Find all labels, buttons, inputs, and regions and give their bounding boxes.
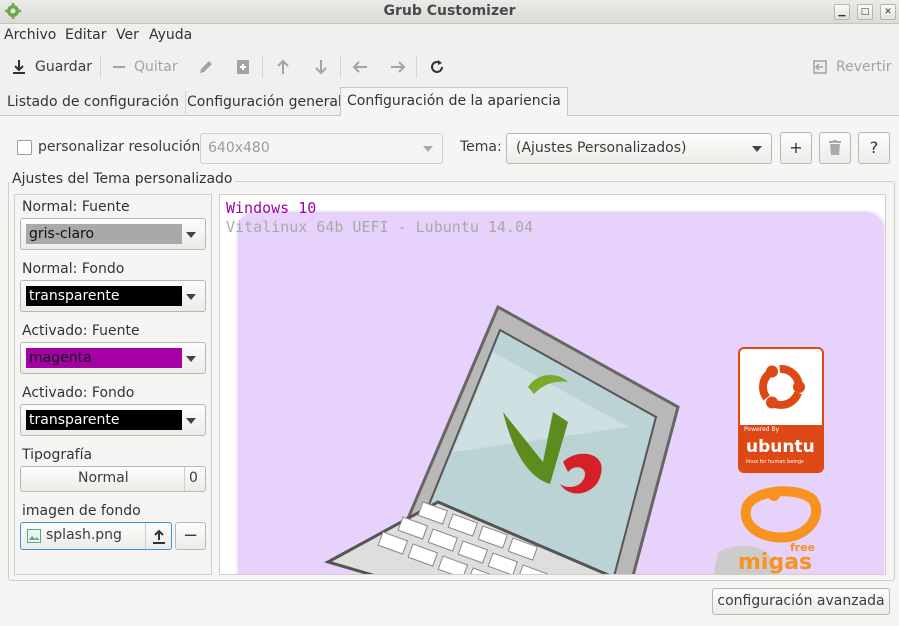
- revert-label: Revertir: [836, 59, 892, 75]
- active-font-swatch: magenta: [26, 348, 182, 368]
- resolution-value: 640x480: [208, 140, 270, 156]
- arrow-right-icon: [391, 61, 406, 73]
- font-name: Normal: [78, 470, 129, 486]
- save-button[interactable]: Guardar: [11, 57, 92, 77]
- tab-bar: Listado de configuración Configuración g…: [0, 86, 899, 117]
- reload-button[interactable]: [429, 57, 445, 77]
- active-bg-swatch: transparente: [26, 410, 182, 430]
- toolbar-separator: [100, 56, 101, 78]
- minus-icon: [113, 66, 125, 68]
- move-down-button[interactable]: [314, 57, 328, 77]
- menu-ver[interactable]: Ver: [116, 27, 139, 43]
- chevron-down-icon: [423, 146, 433, 152]
- normal-bg-swatch: transparente: [26, 286, 182, 306]
- resolution-checkbox[interactable]: [17, 140, 32, 155]
- arrow-left-icon: [352, 61, 367, 73]
- remove-bg-image-button[interactable]: −: [175, 522, 206, 550]
- chevron-down-icon: [186, 294, 196, 300]
- custom-theme-title: Ajustes del Tema personalizado: [10, 171, 235, 187]
- move-left-button[interactable]: [352, 57, 368, 77]
- remove-button[interactable]: Quitar: [112, 57, 178, 77]
- arrow-up-icon: [277, 59, 289, 74]
- revert-button[interactable]: Revertir: [812, 57, 892, 77]
- resolution-select[interactable]: 640x480: [200, 133, 443, 164]
- menu-bar: Archivo Editar Ver Ayuda: [0, 24, 899, 48]
- tab-listado[interactable]: Listado de configuración: [1, 91, 186, 116]
- delete-theme-button[interactable]: [819, 132, 851, 164]
- advanced-settings-button[interactable]: configuración avanzada: [712, 588, 890, 615]
- maximize-button[interactable]: □: [857, 4, 873, 20]
- move-up-button[interactable]: [276, 57, 290, 77]
- theme-preview: Powered By ubuntu linux for human beings…: [219, 194, 886, 575]
- refresh-icon: [431, 60, 443, 73]
- ubuntu-logo-icon: [758, 364, 805, 410]
- pencil-icon: [200, 61, 212, 73]
- tab-apariencia[interactable]: Configuración de la apariencia: [340, 87, 568, 117]
- add-document-icon: [237, 60, 249, 74]
- menu-editar[interactable]: Editar: [65, 27, 106, 43]
- save-label: Guardar: [35, 59, 93, 75]
- active-font-label: Activado: Fuente: [22, 323, 140, 339]
- font-size: 0: [189, 470, 198, 486]
- add-theme-button[interactable]: +: [780, 132, 812, 164]
- edit-button[interactable]: [198, 57, 214, 77]
- ubuntu-powered-by: Powered By: [744, 426, 780, 433]
- normal-bg-label: Normal: Fondo: [22, 261, 125, 277]
- tab-general[interactable]: Configuración general: [181, 91, 349, 116]
- migas-icon: [740, 486, 822, 543]
- resolution-checkbox-label[interactable]: personalizar resolución: [38, 139, 200, 155]
- window-title: Grub Customizer: [383, 3, 516, 19]
- normal-font-swatch: gris-claro: [26, 224, 182, 244]
- normal-font-color-select[interactable]: gris-claro: [20, 218, 206, 250]
- active-bg-color-select[interactable]: transparente: [20, 404, 206, 436]
- image-file-icon: [27, 529, 41, 543]
- chevron-down-icon: [186, 232, 196, 238]
- active-font-color-select[interactable]: magenta: [20, 342, 206, 374]
- chevron-down-icon: [186, 356, 196, 362]
- bg-image-filename: splash.png: [46, 527, 122, 543]
- normal-bg-color-select[interactable]: transparente: [20, 280, 206, 312]
- menu-ayuda[interactable]: Ayuda: [149, 27, 192, 43]
- normal-font-label: Normal: Fuente: [22, 199, 130, 215]
- close-button[interactable]: ✕: [880, 4, 896, 20]
- theme-select[interactable]: (Ajustes Personalizados): [506, 133, 772, 164]
- chevron-down-icon: [752, 146, 762, 152]
- toolbar-separator: [416, 56, 417, 78]
- ubuntu-word: ubuntu: [746, 437, 815, 457]
- migas-word: migas: [738, 550, 813, 575]
- active-bg-label: Activado: Fondo: [22, 385, 135, 401]
- theme-value: (Ajustes Personalizados): [516, 140, 687, 156]
- font-chooser-button[interactable]: Normal 0: [20, 466, 206, 492]
- title-bar: Grub Customizer ▁ □ ✕: [0, 0, 899, 24]
- upload-icon: [153, 529, 165, 544]
- minimize-button[interactable]: ▁: [834, 4, 850, 20]
- theme-label: Tema:: [460, 139, 502, 155]
- download-icon: [13, 60, 25, 74]
- migas-logo: free migas: [738, 485, 828, 575]
- grub-entry-active: Windows 10: [226, 199, 317, 217]
- ubuntu-tagline: linux for human beings: [746, 459, 804, 465]
- revert-icon: [813, 60, 827, 74]
- ubuntu-badge: Powered By ubuntu linux for human beings: [738, 347, 824, 473]
- bg-image-label: imagen de fondo: [22, 503, 141, 519]
- typography-label: Tipografía: [22, 447, 93, 463]
- toolbar-separator: [340, 56, 341, 78]
- toolbar-separator: [262, 56, 263, 78]
- remove-label: Quitar: [134, 59, 178, 75]
- toolbar: Guardar Quitar Revertir: [0, 48, 899, 86]
- preview-background: Powered By ubuntu linux for human beings…: [236, 210, 885, 575]
- menu-archivo[interactable]: Archivo: [4, 27, 56, 43]
- arrow-down-icon: [315, 60, 327, 75]
- grub-entry-normal: Vitalinux 64b UEFI - Lubuntu 14.04: [226, 218, 534, 236]
- trash-icon: [829, 140, 841, 155]
- bg-image-file-button[interactable]: splash.png: [20, 522, 172, 550]
- chevron-down-icon: [186, 418, 196, 424]
- add-entry-button[interactable]: [236, 57, 250, 77]
- move-right-button[interactable]: [390, 57, 406, 77]
- help-button[interactable]: ?: [858, 132, 890, 164]
